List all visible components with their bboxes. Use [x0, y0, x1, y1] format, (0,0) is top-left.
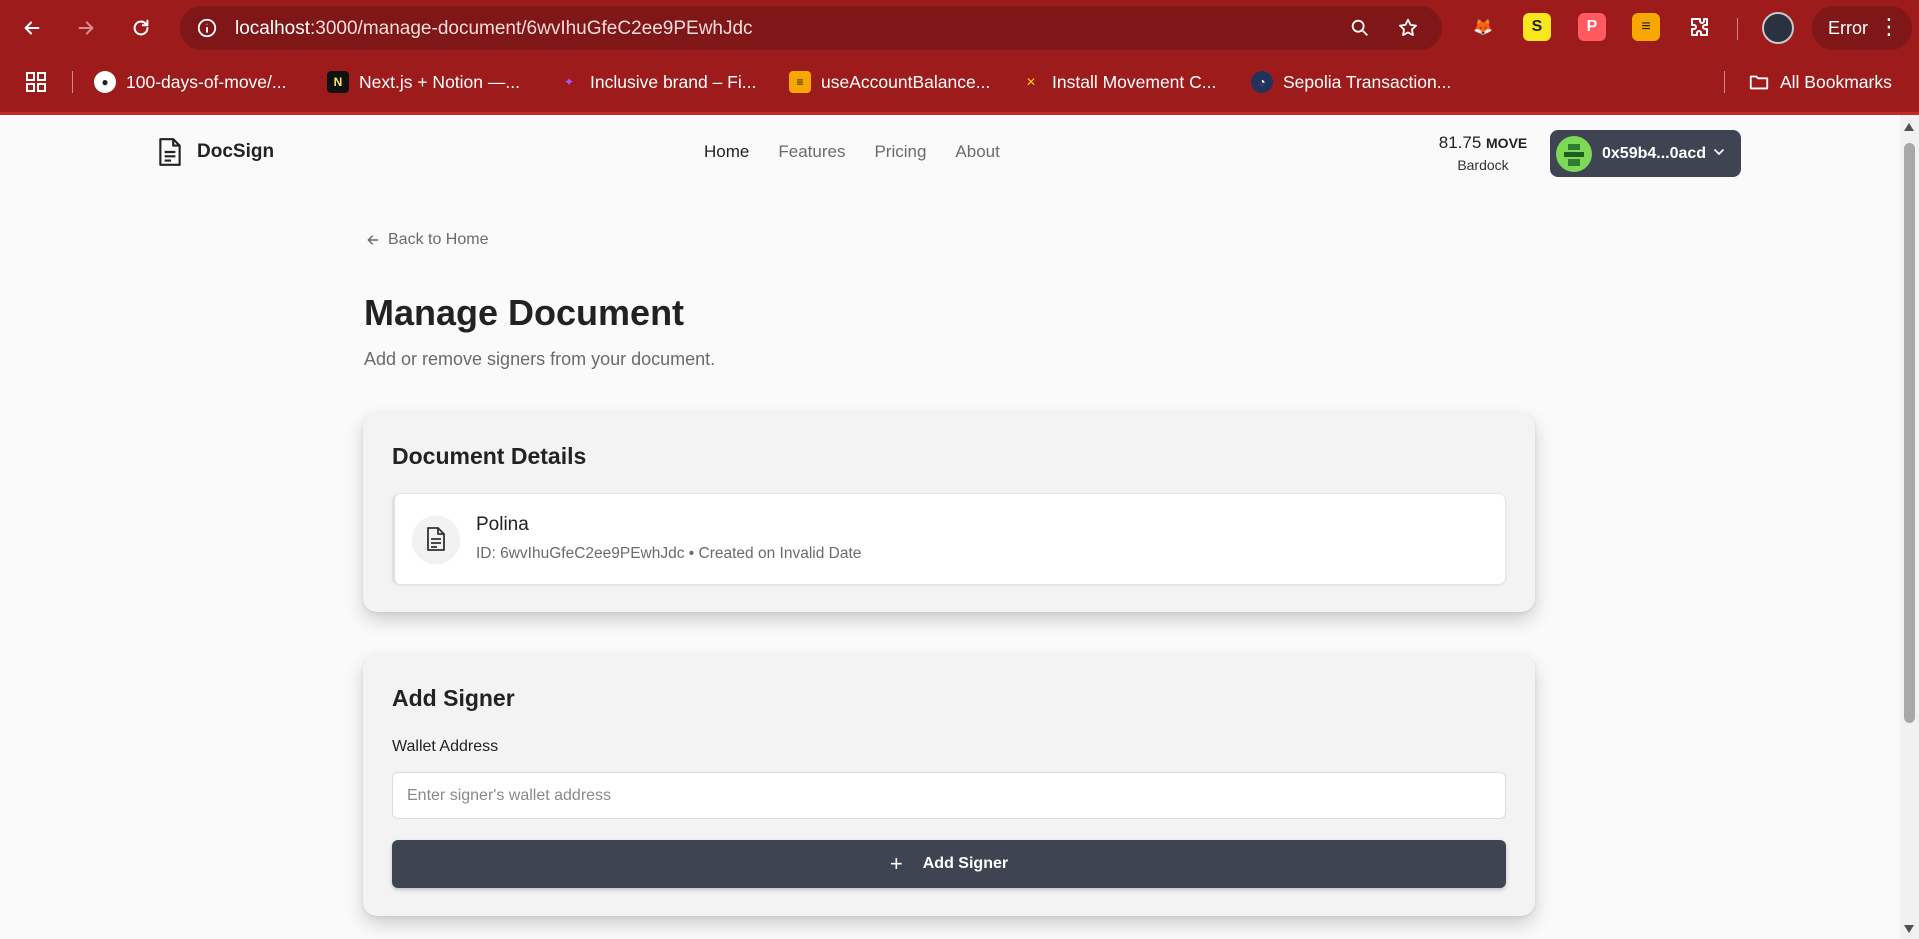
toolbar-divider	[1737, 18, 1738, 40]
arrow-left-icon	[367, 235, 379, 245]
url-path: :3000/manage-document/6wvIhuGfeC2ee9PEwh…	[310, 18, 753, 39]
movement-icon: ✕	[1025, 75, 1037, 89]
wallet-avatar	[1556, 135, 1592, 172]
figma-icon: ✦	[563, 75, 575, 89]
wallet-address: 0x59b4...0acd	[1602, 144, 1707, 162]
bookmark-item[interactable]: ✕ Install Movement C...	[1020, 64, 1216, 100]
document-name: Polina	[476, 514, 529, 535]
bookmark-label: Next.js + Notion —...	[359, 71, 520, 92]
balance-amount-row: 81.75 MOVE	[1438, 133, 1528, 153]
balance-amount: 81.75	[1438, 133, 1482, 152]
balance-display: 81.75 MOVE Bardock	[1438, 133, 1528, 173]
bookmark-item[interactable]: ≡ useAccountBalance...	[789, 64, 990, 100]
back-label: Back to Home	[388, 231, 489, 248]
page-subtitle: Add or remove signers from your document…	[364, 349, 716, 369]
wallet-address-input[interactable]	[392, 772, 1506, 819]
nav-features[interactable]: Features	[778, 142, 845, 162]
bookmark-label: Inclusive brand – Fi...	[590, 71, 757, 92]
back-arrow-icon[interactable]	[14, 10, 50, 46]
document-details-title: Document Details	[392, 443, 587, 469]
etherscan-icon: ◔	[1251, 71, 1273, 93]
site-logo[interactable]: DocSign	[157, 137, 274, 167]
url-host: localhost	[235, 18, 310, 39]
pocket-extension-icon[interactable]: P	[1578, 13, 1606, 41]
bookmark-item[interactable]: ● 100-days-of-move/...	[94, 64, 286, 100]
chevron-down-icon	[1714, 149, 1724, 155]
extensions-puzzle-icon[interactable]	[1686, 13, 1714, 41]
wallet-button[interactable]: 0x59b4...0acd	[1550, 130, 1741, 177]
add-signer-card: Add Signer Wallet Address + Add Signer	[363, 655, 1535, 916]
page-scrollbar[interactable]	[1900, 115, 1919, 939]
wallet-address-label: Wallet Address	[392, 738, 499, 755]
url-text: localhost:3000/manage-document/6wvIhuGfe…	[235, 18, 753, 40]
site-info-icon[interactable]	[194, 15, 220, 41]
scrollbar-thumb[interactable]	[1904, 143, 1915, 723]
notion-icon: N	[327, 71, 349, 93]
logo-text: DocSign	[197, 141, 275, 162]
balance-unit: MOVE	[1486, 135, 1528, 151]
browser-chrome: localhost:3000/manage-document/6wvIhuGfe…	[0, 0, 1919, 115]
bookmark-star-icon[interactable]	[1396, 16, 1420, 40]
nav-home[interactable]: Home	[704, 142, 749, 162]
scroll-up-arrow-icon[interactable]	[1904, 123, 1914, 131]
error-label: Error	[1828, 17, 1868, 38]
bookmarks-bar: ● 100-days-of-move/... N Next.js + Notio…	[0, 64, 1919, 100]
metamask-extension-icon[interactable]: 🦊	[1469, 13, 1497, 41]
all-bookmarks-button[interactable]: All Bookmarks	[1748, 64, 1892, 100]
stylus-extension-icon[interactable]: S	[1523, 13, 1551, 41]
bookmark-item[interactable]: ✦ Inclusive brand – Fi...	[558, 64, 756, 100]
forward-arrow-icon[interactable]	[68, 10, 104, 46]
scroll-down-arrow-icon[interactable]	[1904, 925, 1914, 933]
add-signer-label: Add Signer	[922, 855, 1009, 872]
bookmarks-divider	[72, 71, 73, 93]
document-details-card: Document Details Polina ID: 6wvIhuGfeC2e…	[363, 413, 1535, 612]
wallet-extension-icon[interactable]: ≡	[1632, 13, 1660, 41]
document-logo-icon	[159, 138, 181, 166]
document-icon	[413, 516, 459, 562]
browser-toolbar: localhost:3000/manage-document/6wvIhuGfe…	[0, 0, 1919, 56]
nav-about[interactable]: About	[955, 142, 999, 162]
page-title: Manage Document	[364, 292, 685, 333]
more-menu-icon[interactable]: ⋮	[1878, 16, 1900, 38]
zoom-icon[interactable]	[1348, 16, 1372, 40]
network-name: Bardock	[1457, 157, 1509, 173]
all-bookmarks-label: All Bookmarks	[1780, 71, 1892, 92]
bookmark-label: useAccountBalance...	[821, 71, 991, 92]
bookmark-item[interactable]: N Next.js + Notion —...	[327, 64, 520, 100]
page-viewport: DocSign Home Features Pricing About 81.7…	[0, 115, 1900, 939]
wagmi-icon: ≡	[789, 71, 811, 93]
bookmarks-divider	[1724, 71, 1725, 93]
document-meta: ID: 6wvIhuGfeC2ee9PEwhJdc • Created on I…	[476, 545, 862, 562]
document-item: Polina ID: 6wvIhuGfeC2ee9PEwhJdc • Creat…	[392, 493, 1506, 585]
main-nav: Home Features Pricing About	[704, 142, 1000, 162]
github-icon: ●	[94, 71, 116, 93]
profile-avatar[interactable]	[1762, 12, 1794, 44]
back-to-home-link[interactable]: Back to Home	[365, 231, 488, 249]
bookmark-label: Sepolia Transaction...	[1283, 71, 1452, 92]
bookmark-label: 100-days-of-move/...	[126, 71, 287, 92]
site-header: DocSign Home Features Pricing About 81.7…	[0, 115, 1900, 190]
folder-icon	[1748, 71, 1770, 93]
plus-icon: +	[889, 851, 903, 876]
error-button[interactable]: Error ⋮	[1812, 6, 1912, 50]
add-signer-button[interactable]: + Add Signer	[392, 840, 1506, 888]
nav-pricing[interactable]: Pricing	[874, 142, 926, 162]
bookmark-item[interactable]: ◔ Sepolia Transaction...	[1251, 64, 1451, 100]
address-bar[interactable]: localhost:3000/manage-document/6wvIhuGfe…	[180, 6, 1442, 50]
bookmark-label: Install Movement C...	[1052, 71, 1217, 92]
add-signer-title: Add Signer	[392, 685, 515, 711]
reload-icon[interactable]	[123, 10, 159, 46]
apps-grid-icon[interactable]	[24, 64, 48, 100]
